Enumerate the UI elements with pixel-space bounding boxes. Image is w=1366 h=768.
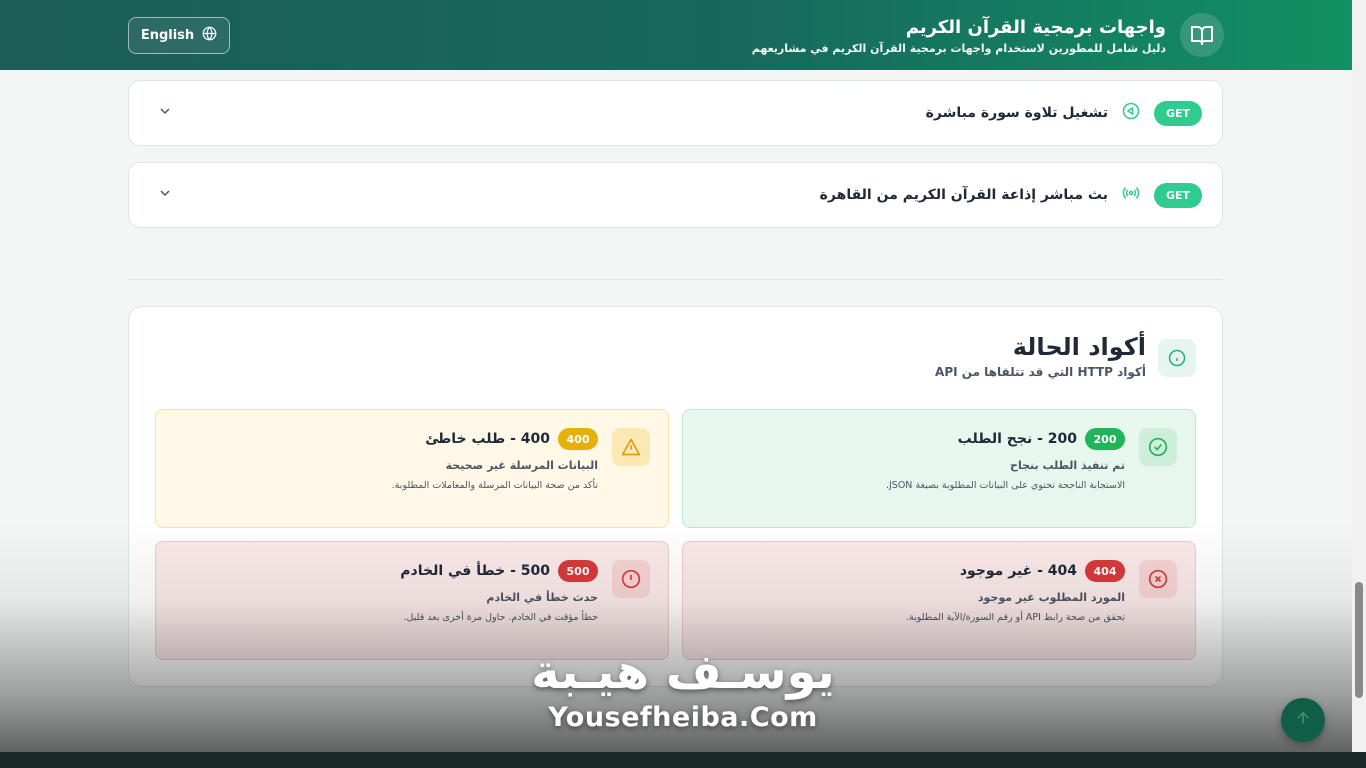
chevron-down-icon[interactable] [157, 185, 173, 205]
card-description: البيانات المرسلة غير صحيحة [445, 459, 598, 472]
section-subtitle: أكواد HTTP التي قد تتلقاها من API [935, 365, 1146, 379]
status-badge: 200 [1085, 428, 1125, 450]
globe-icon [202, 26, 217, 45]
check-circle-icon [1139, 428, 1177, 466]
card-note: تأكد من صحة البيانات المرسلة والمعاملات … [391, 480, 598, 491]
card-title: 400 - طلب خاطئ [425, 431, 550, 447]
brand: واجهات برمجية القرآن الكريم دليل شامل لل… [752, 13, 1224, 57]
card-title: 404 - غير موجود [959, 563, 1077, 579]
status-badge: 500 [558, 560, 598, 582]
book-open-icon [1180, 13, 1224, 57]
x-circle-icon [1139, 560, 1177, 598]
section-title: أكواد الحالة [1012, 333, 1146, 361]
endpoint-title: تشغيل تلاوة سورة مباشرة [925, 105, 1108, 121]
taskbar-strip [0, 752, 1366, 768]
watermark-latin: Yousefheiba.Com [548, 702, 818, 733]
arrow-up-icon [1294, 709, 1312, 731]
card-description: تم تنفيذ الطلب بنجاح [1010, 459, 1125, 472]
method-badge: GET [1154, 100, 1202, 126]
card-description: المورد المطلوب غير موجود [977, 591, 1125, 604]
endpoint-live-radio[interactable]: GET بث مباشر إذاعة القرآن الكريم من القا… [128, 162, 1223, 228]
radio-broadcast-icon [1122, 184, 1140, 206]
play-circle-icon [1122, 102, 1140, 124]
card-note: تحقق من صحة رابط API أو رقم السورة/الآية… [906, 612, 1125, 623]
info-icon [1158, 339, 1196, 377]
status-card-400: 400 400 - طلب خاطئ البيانات المرسلة غير … [155, 409, 669, 528]
app-subtitle: دليل شامل للمطورين لاستخدام واجهات برمجي… [751, 41, 1166, 55]
scrollbar-thumb[interactable] [1355, 582, 1363, 698]
card-title: 500 - خطأ في الخادم [400, 563, 550, 579]
language-toggle-button[interactable]: English [128, 16, 230, 54]
watermark-arabic: يوسـف هيـبة [531, 644, 835, 700]
status-badge: 404 [1085, 560, 1125, 582]
card-note: خطأ مؤقت في الخادم. حاول مرة أخرى بعد قل… [403, 612, 598, 623]
page-scrollbar[interactable] [1352, 0, 1366, 752]
panel-header: أكواد الحالة أكواد HTTP التي قد تتلقاها … [935, 331, 1196, 379]
alert-circle-icon [612, 560, 650, 598]
card-title: 200 - نجح الطلب [957, 431, 1077, 447]
status-badge: 400 [558, 428, 598, 450]
method-badge: GET [1154, 182, 1202, 208]
app-title: واجهات برمجية القرآن الكريم [905, 16, 1166, 38]
app-header: English واجهات برمجية القرآن الكريم دليل… [0, 0, 1352, 70]
scroll-to-top-button[interactable] [1281, 698, 1325, 742]
card-description: حدث خطأ في الخادم [486, 591, 598, 604]
section-divider [128, 279, 1223, 280]
status-codes-panel: أكواد الحالة أكواد HTTP التي قد تتلقاها … [128, 306, 1223, 687]
status-card-200: 200 200 - نجح الطلب تم تنفيذ الطلب بنجاح… [682, 409, 1196, 528]
endpoint-title: بث مباشر إذاعة القرآن الكريم من القاهرة [819, 187, 1108, 203]
chevron-down-icon[interactable] [157, 103, 173, 123]
language-label: English [140, 27, 195, 43]
card-note: الاستجابة الناجحة تحتوي على البيانات الم… [885, 480, 1125, 491]
warning-triangle-icon [612, 428, 650, 466]
endpoint-play-surah[interactable]: GET تشغيل تلاوة سورة مباشرة [128, 80, 1223, 146]
